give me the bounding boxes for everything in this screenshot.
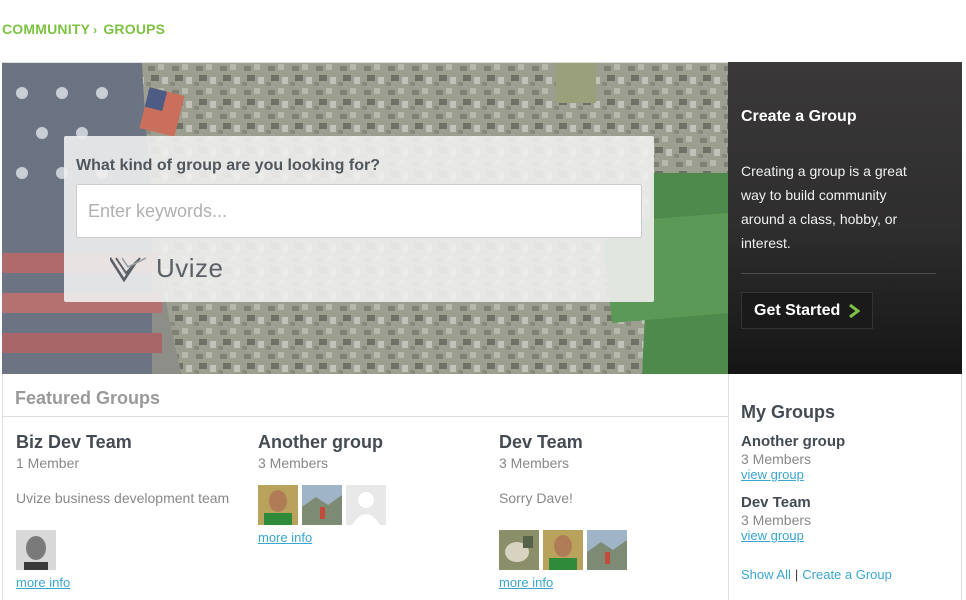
- chevron-right-icon: [849, 303, 861, 318]
- avatar[interactable]: [258, 485, 298, 525]
- view-group-link[interactable]: view group: [741, 528, 811, 543]
- avatar[interactable]: [587, 530, 627, 570]
- group-description: Uvize business development team: [16, 490, 230, 506]
- group-member-count: 1 Member: [16, 455, 80, 471]
- uvize-logo: Uvize: [110, 253, 224, 284]
- avatar[interactable]: [346, 485, 386, 525]
- breadcrumb: COMMUNITY › GROUPS: [2, 21, 165, 37]
- group-description: Sorry Dave!: [499, 490, 573, 506]
- featured-group-card: Dev Team 3 Members Sorry Dave! more info: [499, 432, 627, 590]
- featured-group-card: Biz Dev Team 1 Member Uvize business dev…: [16, 432, 229, 590]
- group-name[interactable]: Another group: [258, 432, 383, 453]
- member-avatars: [16, 530, 56, 570]
- search-label: What kind of group are you looking for?: [76, 157, 380, 174]
- view-group-link[interactable]: view group: [741, 467, 845, 482]
- avatar[interactable]: [543, 530, 583, 570]
- my-group-member-count: 3 Members: [741, 451, 812, 467]
- my-group-item: Another group 3 Members view group: [741, 433, 845, 482]
- avatar[interactable]: [499, 530, 539, 570]
- my-group-member-count: 3 Members: [741, 512, 812, 528]
- divider: [741, 273, 936, 274]
- my-group-name[interactable]: Dev Team: [741, 494, 811, 511]
- my-groups-section: My Groups Another group 3 Members view g…: [728, 374, 962, 600]
- my-group-item: Dev Team 3 Members view group: [741, 494, 811, 543]
- search-input[interactable]: [76, 184, 642, 238]
- more-info-link[interactable]: more info: [499, 575, 553, 590]
- divider: [3, 416, 729, 417]
- search-panel: What kind of group are you looking for? …: [64, 136, 654, 302]
- member-avatars: [499, 530, 627, 570]
- more-info-link[interactable]: more info: [16, 575, 70, 590]
- featured-groups-title: Featured Groups: [15, 388, 161, 408]
- my-groups-title: My Groups: [741, 402, 836, 422]
- breadcrumb-community[interactable]: COMMUNITY: [2, 21, 90, 37]
- avatar[interactable]: [302, 485, 342, 525]
- create-group-panel: Create a Group Creating a group is a gre…: [728, 62, 962, 374]
- hero-banner: What kind of group are you looking for? …: [2, 62, 728, 374]
- my-group-name[interactable]: Another group: [741, 433, 845, 450]
- get-started-label: Get Started: [754, 301, 841, 319]
- uvize-logo-text: Uvize: [156, 253, 224, 283]
- group-name[interactable]: Biz Dev Team: [16, 432, 132, 453]
- get-started-button[interactable]: Get Started: [741, 292, 874, 329]
- breadcrumb-separator: ›: [93, 23, 98, 37]
- create-group-link[interactable]: Create a Group: [802, 567, 892, 582]
- create-group-description: Creating a group is a great way to build…: [741, 163, 907, 251]
- group-member-count: 3 Members: [499, 455, 570, 471]
- uvize-logo-icon: [110, 256, 147, 282]
- featured-groups-section: Featured Groups Biz Dev Team 1 Member Uv…: [2, 374, 729, 600]
- group-name[interactable]: Dev Team: [499, 432, 583, 453]
- my-groups-footer: Show All | Create a Group: [741, 567, 892, 582]
- more-info-link[interactable]: more info: [258, 530, 312, 545]
- group-member-count: 3 Members: [258, 455, 329, 471]
- featured-group-card: Another group 3 Members more info: [258, 432, 386, 545]
- create-group-title: Create a Group: [741, 108, 857, 125]
- member-avatars: [258, 485, 386, 525]
- breadcrumb-groups[interactable]: GROUPS: [103, 21, 165, 37]
- show-all-link[interactable]: Show All: [741, 567, 791, 582]
- avatar[interactable]: [16, 530, 56, 570]
- footer-separator: |: [794, 567, 799, 582]
